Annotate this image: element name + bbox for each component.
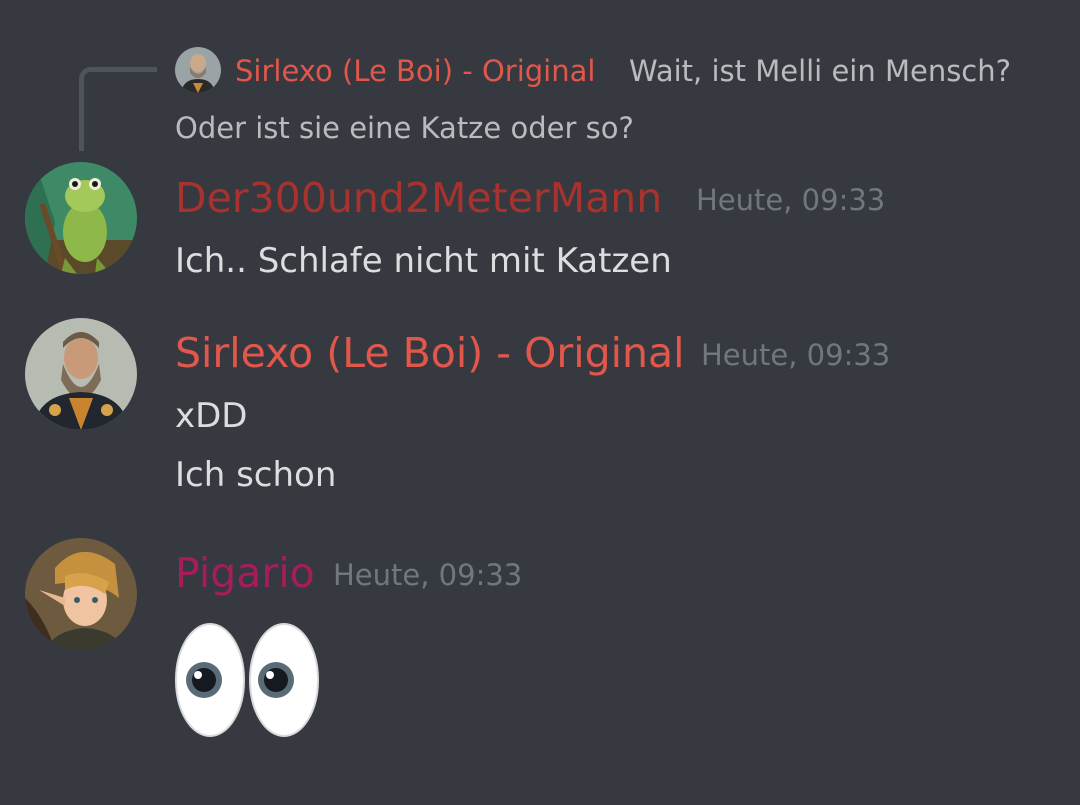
chat-messages: Sirlexo (Le Boi) - Original Wait, ist Me… — [0, 0, 1080, 805]
message-text[interactable]: xDD — [175, 394, 247, 438]
message-author-name[interactable]: Sirlexo (Le Boi) - Original — [175, 329, 685, 377]
message-author-name[interactable]: Der300und2MeterMann — [175, 174, 662, 222]
message-timestamp: Heute, 09:33 — [701, 338, 891, 372]
reply-author-name[interactable]: Sirlexo (Le Boi) - Original — [235, 52, 595, 90]
avatar[interactable] — [25, 538, 137, 650]
avatar[interactable] — [25, 318, 137, 430]
message-timestamp: Heute, 09:33 — [696, 183, 886, 217]
message-author-name[interactable]: Pigario — [175, 549, 315, 597]
reply-message-text-line-1[interactable]: Wait, ist Melli ein Mensch? — [629, 52, 1011, 90]
message-timestamp: Heute, 09:33 — [333, 558, 523, 592]
eyes-emoji-icon[interactable] — [172, 620, 324, 740]
reply-avatar[interactable] — [175, 47, 221, 93]
message-text[interactable]: Ich.. Schlafe nicht mit Katzen — [175, 239, 672, 283]
reply-connector-line — [79, 67, 157, 151]
avatar[interactable] — [25, 162, 137, 274]
message-text[interactable]: Ich schon — [175, 453, 336, 497]
reply-message-text-line-2[interactable]: Oder ist sie eine Katze oder so? — [175, 109, 634, 147]
